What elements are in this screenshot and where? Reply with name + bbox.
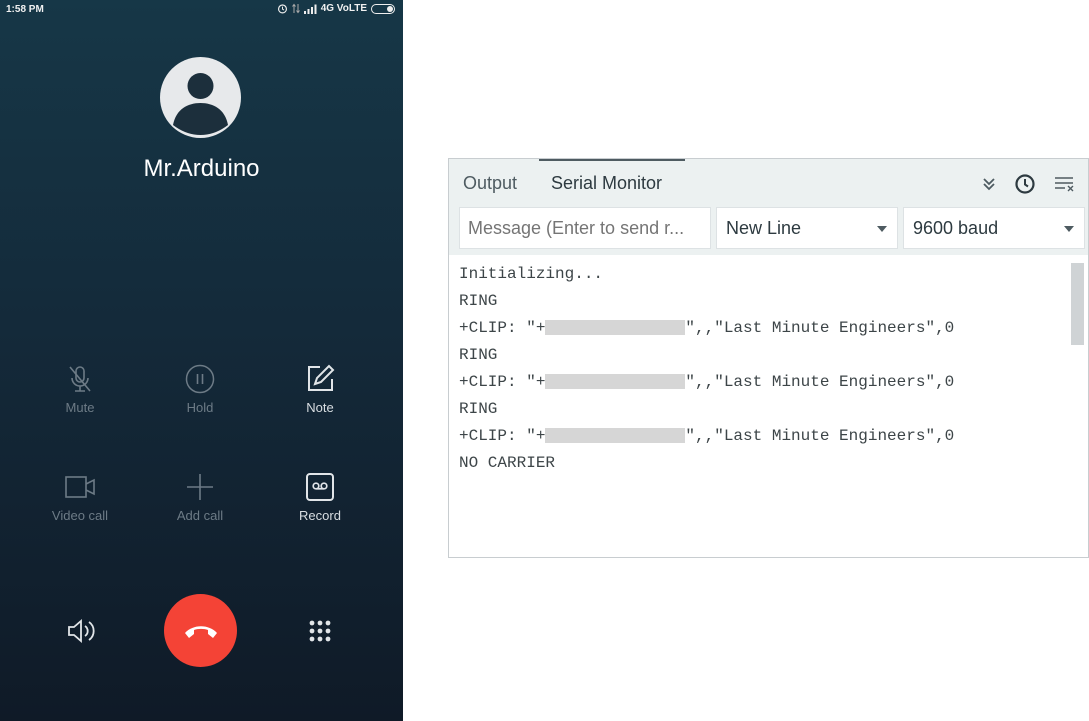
dialpad-icon[interactable]: [309, 620, 331, 642]
note-label: Note: [306, 400, 334, 415]
note-button[interactable]: Note: [275, 364, 365, 415]
chevron-down-icon: [1064, 226, 1074, 232]
output-line: +CLIP: "+ ",,"Last Minute Engineers",0: [459, 315, 954, 342]
autoscroll-icon[interactable]: [982, 176, 996, 192]
mic-off-icon: [69, 366, 91, 392]
pause-icon: [185, 364, 215, 394]
battery-icon: [371, 3, 395, 14]
status-bar: 1:58 PM 4G VoLTE: [0, 0, 403, 20]
output-line: Initializing...: [459, 265, 604, 283]
redacted-number: [545, 374, 686, 390]
video-call-label: Video call: [51, 508, 109, 523]
plus-icon: [187, 474, 213, 500]
tab-serial-monitor[interactable]: Serial Monitor: [551, 173, 662, 194]
status-time: 1:58 PM: [6, 4, 44, 15]
output-lines: Initializing... RING +CLIP: "+ ",,"Last M…: [459, 261, 954, 477]
output-line: RING: [459, 346, 498, 364]
line-ending-select[interactable]: New Line: [716, 207, 898, 249]
message-input[interactable]: [459, 207, 711, 249]
phone-call-screen: 1:58 PM 4G VoLTE Mr.Arduino Mute Hold No…: [0, 0, 403, 721]
add-call-label: Add call: [176, 508, 224, 523]
caller-avatar: [160, 57, 241, 138]
mute-button[interactable]: Mute: [35, 364, 125, 415]
speaker-icon[interactable]: [67, 618, 97, 644]
clip-suffix: ",,"Last Minute Engineers",0: [685, 373, 955, 391]
header-icons: [982, 173, 1076, 195]
active-tab-indicator: [539, 159, 685, 161]
redacted-number: [545, 428, 686, 444]
line-ending-value: New Line: [726, 218, 802, 238]
hang-up-icon: [184, 625, 217, 638]
clip-prefix: +CLIP: "+: [459, 373, 546, 391]
record-label: Record: [299, 508, 341, 523]
redacted-number: [545, 320, 686, 336]
output-line: RING: [459, 292, 498, 310]
serial-monitor-panel: Output Serial Monitor New Line 9600 baud…: [448, 158, 1089, 558]
signal-icon: [303, 4, 317, 14]
output-line: +CLIP: "+ ",,"Last Minute Engineers",0: [459, 423, 954, 450]
mute-label: Mute: [65, 400, 95, 415]
output-line: RING: [459, 400, 498, 418]
record-button[interactable]: Record: [275, 472, 365, 523]
status-icons: 4G VoLTE: [277, 3, 395, 14]
end-call-button[interactable]: [164, 594, 237, 667]
output-line: +CLIP: "+ ",,"Last Minute Engineers",0: [459, 369, 954, 396]
timestamp-clock-icon[interactable]: [1014, 173, 1036, 195]
clip-prefix: +CLIP: "+: [459, 319, 546, 337]
clear-output-icon[interactable]: [1054, 175, 1076, 193]
add-call-button[interactable]: Add call: [155, 472, 245, 523]
output-line: NO CARRIER: [459, 454, 556, 472]
serial-toolbar: New Line 9600 baud: [449, 205, 1088, 255]
hold-button[interactable]: Hold: [155, 364, 245, 415]
clip-suffix: ",,"Last Minute Engineers",0: [685, 319, 955, 337]
tab-output[interactable]: Output: [463, 173, 517, 194]
alarm-icon: [277, 4, 287, 14]
video-icon: [65, 476, 95, 498]
data-arrows-icon: [291, 3, 300, 14]
output-scrollbar[interactable]: [1071, 263, 1084, 345]
caller-name: Mr.Arduino: [143, 155, 260, 182]
baud-rate-select[interactable]: 9600 baud: [903, 207, 1085, 249]
panel-header: Output Serial Monitor: [449, 159, 1088, 205]
tape-icon: [306, 473, 334, 501]
chevron-down-icon: [877, 226, 887, 232]
clip-prefix: +CLIP: "+: [459, 427, 546, 445]
baud-rate-value: 9600 baud: [913, 218, 999, 238]
hold-label: Hold: [186, 400, 214, 415]
note-icon: [308, 364, 335, 391]
video-call-button[interactable]: Video call: [35, 472, 125, 523]
network-label: 4G VoLTE: [320, 3, 367, 14]
serial-output: Initializing... RING +CLIP: "+ ",,"Last M…: [449, 255, 1088, 557]
clip-suffix: ",,"Last Minute Engineers",0: [685, 427, 955, 445]
